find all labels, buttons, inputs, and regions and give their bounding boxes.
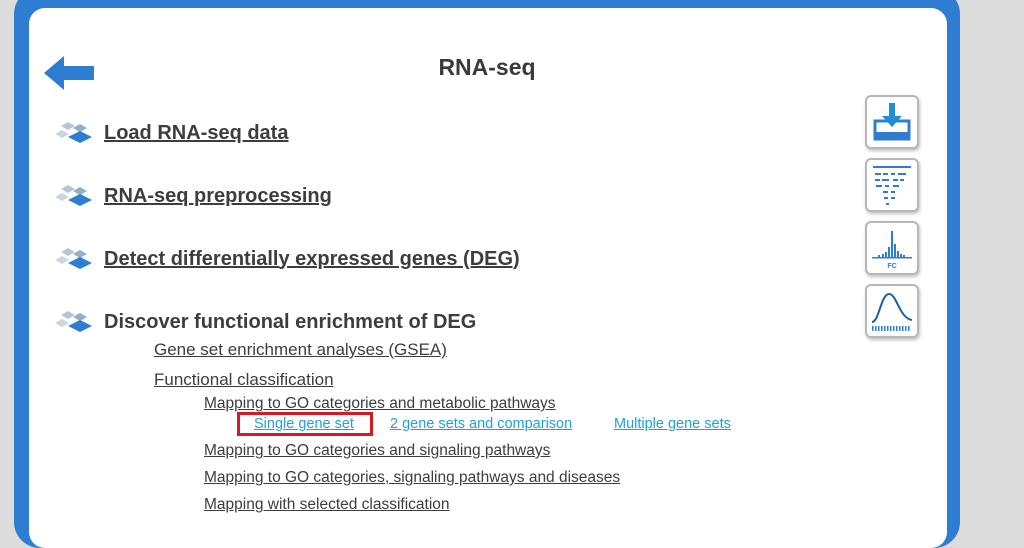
content-panel xyxy=(29,8,947,548)
gsea-link[interactable]: Gene set enrichment analyses (GSEA) xyxy=(154,340,447,360)
diamond-cluster-icon xyxy=(55,185,92,206)
download-tray-icon xyxy=(873,103,911,141)
diamond-cluster-icon xyxy=(55,122,92,143)
mapping-go-metabolic-link[interactable]: Mapping to GO categories and metabolic p… xyxy=(204,395,556,413)
load-rnaseq-data-link[interactable]: Load RNA-seq data xyxy=(104,122,288,145)
density-curve-icon xyxy=(871,292,913,331)
alignment-reads-icon xyxy=(873,166,911,205)
section-load-data: Load RNA-seq data xyxy=(54,118,288,148)
mapping-selected-classification-link[interactable]: Mapping with selected classification xyxy=(204,496,450,514)
fold-change-histogram-icon: FC xyxy=(872,231,912,270)
two-gene-sets-comparison-link[interactable]: 2 gene sets and comparison xyxy=(390,416,572,432)
multiple-gene-sets-link[interactable]: Multiple gene sets xyxy=(614,416,731,432)
enrichment-heading: Discover functional enrichment of DEG xyxy=(104,310,477,333)
mapping-go-signaling-link[interactable]: Mapping to GO categories and signaling p… xyxy=(204,442,550,460)
svg-text:FC: FC xyxy=(887,263,896,270)
diamond-cluster-icon xyxy=(55,311,92,332)
single-gene-set-link[interactable]: Single gene set xyxy=(254,416,354,432)
section-preprocessing: RNA-seq preprocessing xyxy=(54,181,332,211)
rnaseq-preprocessing-link[interactable]: RNA-seq preprocessing xyxy=(104,185,332,208)
detect-deg-link[interactable]: Detect differentially expressed genes (D… xyxy=(104,248,520,271)
deg-tool-button[interactable]: FC xyxy=(865,221,919,275)
diamond-cluster-icon xyxy=(55,248,92,269)
section-deg: Detect differentially expressed genes (D… xyxy=(54,244,520,274)
functional-classification-link[interactable]: Functional classification xyxy=(154,370,334,390)
preprocessing-tool-button[interactable] xyxy=(865,158,919,212)
page-title: RNA-seq xyxy=(438,54,536,80)
enrichment-tool-button[interactable] xyxy=(865,284,919,338)
load-data-tool-button[interactable] xyxy=(865,95,919,149)
section-enrichment: Discover functional enrichment of DEG xyxy=(54,307,476,337)
mapping-go-signaling-diseases-link[interactable]: Mapping to GO categories, signaling path… xyxy=(204,469,620,487)
